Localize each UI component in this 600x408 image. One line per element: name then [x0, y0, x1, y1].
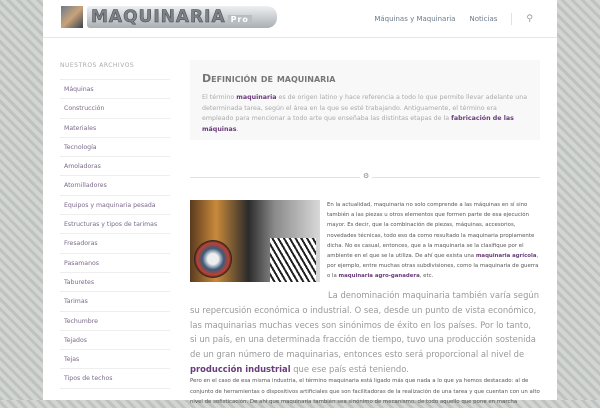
sidebar-item[interactable]: Tejas [60, 350, 170, 370]
link-produccion-industrial[interactable]: producción industrial [190, 364, 291, 374]
main-nav: Máquinas y Maquinaria Noticias ⚲ [374, 13, 533, 25]
nav-maquinas[interactable]: Máquinas y Maquinaria [374, 15, 455, 23]
main-content: Definición de maquinaria El término maqu… [190, 60, 540, 405]
link-maquinaria[interactable]: maquinaria [236, 94, 276, 101]
sidebar-item[interactable]: Tipos de techos [60, 369, 170, 389]
sidebar-list: Máquinas Construcción Materiales Tecnología… [60, 79, 170, 389]
link-maquinaria-agro-ganadera[interactable]: maquinaria agro-ganadera [339, 273, 420, 279]
sidebar-item[interactable]: Tecnología [60, 138, 170, 158]
sidebar-item[interactable]: Materiales [60, 119, 170, 138]
search-icon[interactable]: ⚲ [526, 14, 533, 24]
divider: ⚙ [190, 172, 540, 180]
page: MAQUINARIA Pro Máquinas y Maquinaria Noti… [43, 0, 557, 405]
sidebar-item[interactable]: Taburetes [60, 273, 170, 293]
sidebar-item[interactable]: Tejados [60, 331, 170, 351]
link-maquinaria-agricola[interactable]: maquinaria agrícola [476, 253, 537, 259]
nav-separator [511, 13, 513, 25]
sidebar-item[interactable]: Construcción [60, 99, 170, 119]
sidebar-item[interactable]: Equipos y maquinaria pesada [60, 196, 170, 216]
sidebar: NUESTROS ARCHIVOS Máquinas Construcción Ma… [60, 62, 170, 389]
paragraph-industria: Pero en el caso de esa misma industria, … [190, 378, 540, 405]
sidebar-item[interactable]: Amoladoras [60, 157, 170, 177]
sidebar-item[interactable]: Máquinas [60, 80, 170, 100]
gears-icon: ⚙ [360, 172, 373, 180]
paragraph-denominacion: La denominación maquinaria también varía… [190, 290, 539, 374]
nav-noticias[interactable]: Noticias [469, 15, 497, 23]
intro-box: Definición de maquinaria El término maqu… [190, 60, 540, 140]
sidebar-item[interactable]: Estructuras y tipos de tarimas [60, 215, 170, 235]
paragraph-actualidad: En la actualidad, maquinaria no solo com… [327, 202, 539, 280]
sidebar-item[interactable]: Pasamanos [60, 254, 170, 273]
header: MAQUINARIA Pro Máquinas y Maquinaria Noti… [43, 0, 557, 38]
intro-text: El término maquinaria es de origen latin… [202, 94, 528, 133]
page-title: Definición de maquinaria [202, 72, 336, 85]
sidebar-title: NUESTROS ARCHIVOS [60, 62, 135, 69]
sidebar-item[interactable]: Techumbre [60, 312, 170, 331]
logo[interactable]: MAQUINARIA Pro [61, 6, 277, 28]
sidebar-item[interactable]: Atornilladores [60, 176, 170, 196]
sidebar-item[interactable]: Fresadoras [60, 234, 170, 254]
sidebar-item[interactable]: Tarimas [60, 292, 170, 312]
logo-image [61, 6, 83, 28]
logo-text: MAQUINARIA Pro [87, 6, 277, 28]
machinery-collage-image [190, 200, 320, 282]
